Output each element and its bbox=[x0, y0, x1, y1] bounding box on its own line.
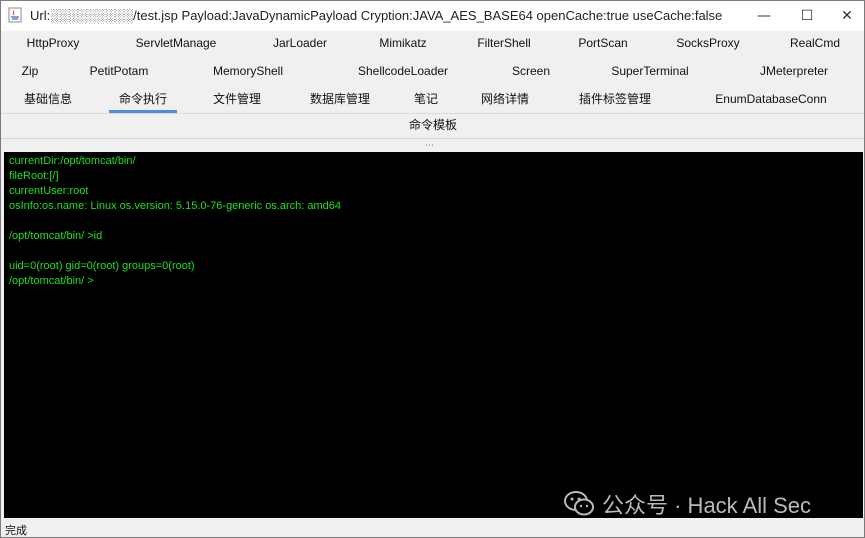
tab-petitpotam[interactable]: PetitPotam bbox=[80, 57, 159, 85]
tab-realcmd[interactable]: RealCmd bbox=[780, 29, 850, 57]
tab-superterminal[interactable]: SuperTerminal bbox=[601, 57, 698, 85]
terminal-line: /opt/tomcat/bin/ >id bbox=[9, 230, 103, 242]
close-icon: ✕ bbox=[841, 8, 853, 24]
watermark: 公众号 · Hack All Sec bbox=[564, 488, 811, 518]
tab-portscan[interactable]: PortScan bbox=[568, 29, 637, 57]
tab-servletmanage[interactable]: ServletManage bbox=[126, 29, 227, 57]
tab-database-manager[interactable]: 数据库管理 bbox=[300, 85, 380, 113]
tab-notes[interactable]: 笔记 bbox=[404, 85, 448, 113]
terminal-line: osInfo:os.name: Linux os.version: 5.15.0… bbox=[9, 200, 342, 212]
tab-command-exec[interactable]: 命令执行 bbox=[108, 85, 178, 113]
subtab-bar: 命令模板 bbox=[1, 114, 864, 139]
wechat-icon bbox=[564, 491, 594, 516]
tab-mimikatz[interactable]: Mimikatz bbox=[369, 29, 436, 57]
window-title: Url:░░░░░░░░░/test.jsp Payload:JavaDynam… bbox=[30, 8, 723, 23]
tab-plugin-tag-manager[interactable]: 插件标签管理 bbox=[569, 85, 661, 113]
close-button[interactable]: ✕ bbox=[827, 1, 865, 31]
tab-file-manager[interactable]: 文件管理 bbox=[203, 85, 271, 113]
title-bar[interactable]: Url:░░░░░░░░░/test.jsp Payload:JavaDynam… bbox=[1, 1, 864, 31]
maximize-button[interactable]: ☐ bbox=[787, 1, 827, 31]
tab-memoryshell[interactable]: MemoryShell bbox=[203, 57, 293, 85]
tab-row-plugins-1: HttpProxy ServletManage JarLoader Mimika… bbox=[1, 29, 864, 57]
tab-shellcodeloader[interactable]: ShellcodeLoader bbox=[348, 57, 458, 85]
app-window: Url:░░░░░░░░░/test.jsp Payload:JavaDynam… bbox=[0, 0, 865, 538]
java-app-icon bbox=[8, 7, 22, 23]
split-pane-divider[interactable]: ⋯ bbox=[1, 139, 864, 151]
terminal-line: /opt/tomcat/bin/ > bbox=[9, 275, 94, 287]
terminal-output[interactable]: currentDir:/opt/tomcat/bin/ fileRoot:[/]… bbox=[4, 152, 863, 518]
minimize-button[interactable]: — bbox=[744, 1, 784, 31]
status-bar: 完成 bbox=[1, 519, 864, 537]
tab-enumdatabaseconn[interactable]: EnumDatabaseConn bbox=[705, 85, 836, 113]
tab-jmeterpreter[interactable]: JMeterpreter bbox=[750, 57, 838, 85]
tab-zip[interactable]: Zip bbox=[12, 57, 49, 85]
tab-network-details[interactable]: 网络详情 bbox=[471, 85, 539, 113]
terminal-lines: currentDir:/opt/tomcat/bin/ fileRoot:[/]… bbox=[9, 154, 341, 289]
tab-row-plugins-2: Zip PetitPotam MemoryShell ShellcodeLoad… bbox=[1, 57, 864, 85]
tab-httpproxy[interactable]: HttpProxy bbox=[17, 29, 90, 57]
terminal-line: fileRoot:[/] bbox=[9, 170, 59, 182]
tab-socksproxy[interactable]: SocksProxy bbox=[666, 29, 749, 57]
watermark-text: 公众号 · Hack All Sec bbox=[602, 493, 812, 518]
splitter-grip-icon: ⋯ bbox=[425, 141, 435, 151]
tab-row-main: 基础信息 命令执行 文件管理 数据库管理 笔记 网络详情 插件标签管理 Enum… bbox=[1, 85, 864, 113]
status-text: 完成 bbox=[5, 525, 27, 537]
terminal-line: uid=0(root) gid=0(root) groups=0(root) bbox=[9, 260, 195, 272]
tab-basic-info[interactable]: 基础信息 bbox=[14, 85, 82, 113]
tab-jarloader[interactable]: JarLoader bbox=[263, 29, 337, 57]
tab-screen[interactable]: Screen bbox=[502, 57, 560, 85]
tab-command-template[interactable]: 命令模板 bbox=[409, 114, 457, 136]
minimize-icon: — bbox=[757, 8, 771, 24]
tab-filtershell[interactable]: FilterShell bbox=[467, 29, 540, 57]
maximize-icon: ☐ bbox=[800, 8, 814, 24]
terminal-line: currentDir:/opt/tomcat/bin/ bbox=[9, 155, 136, 167]
terminal-line: currentUser:root bbox=[9, 185, 89, 197]
